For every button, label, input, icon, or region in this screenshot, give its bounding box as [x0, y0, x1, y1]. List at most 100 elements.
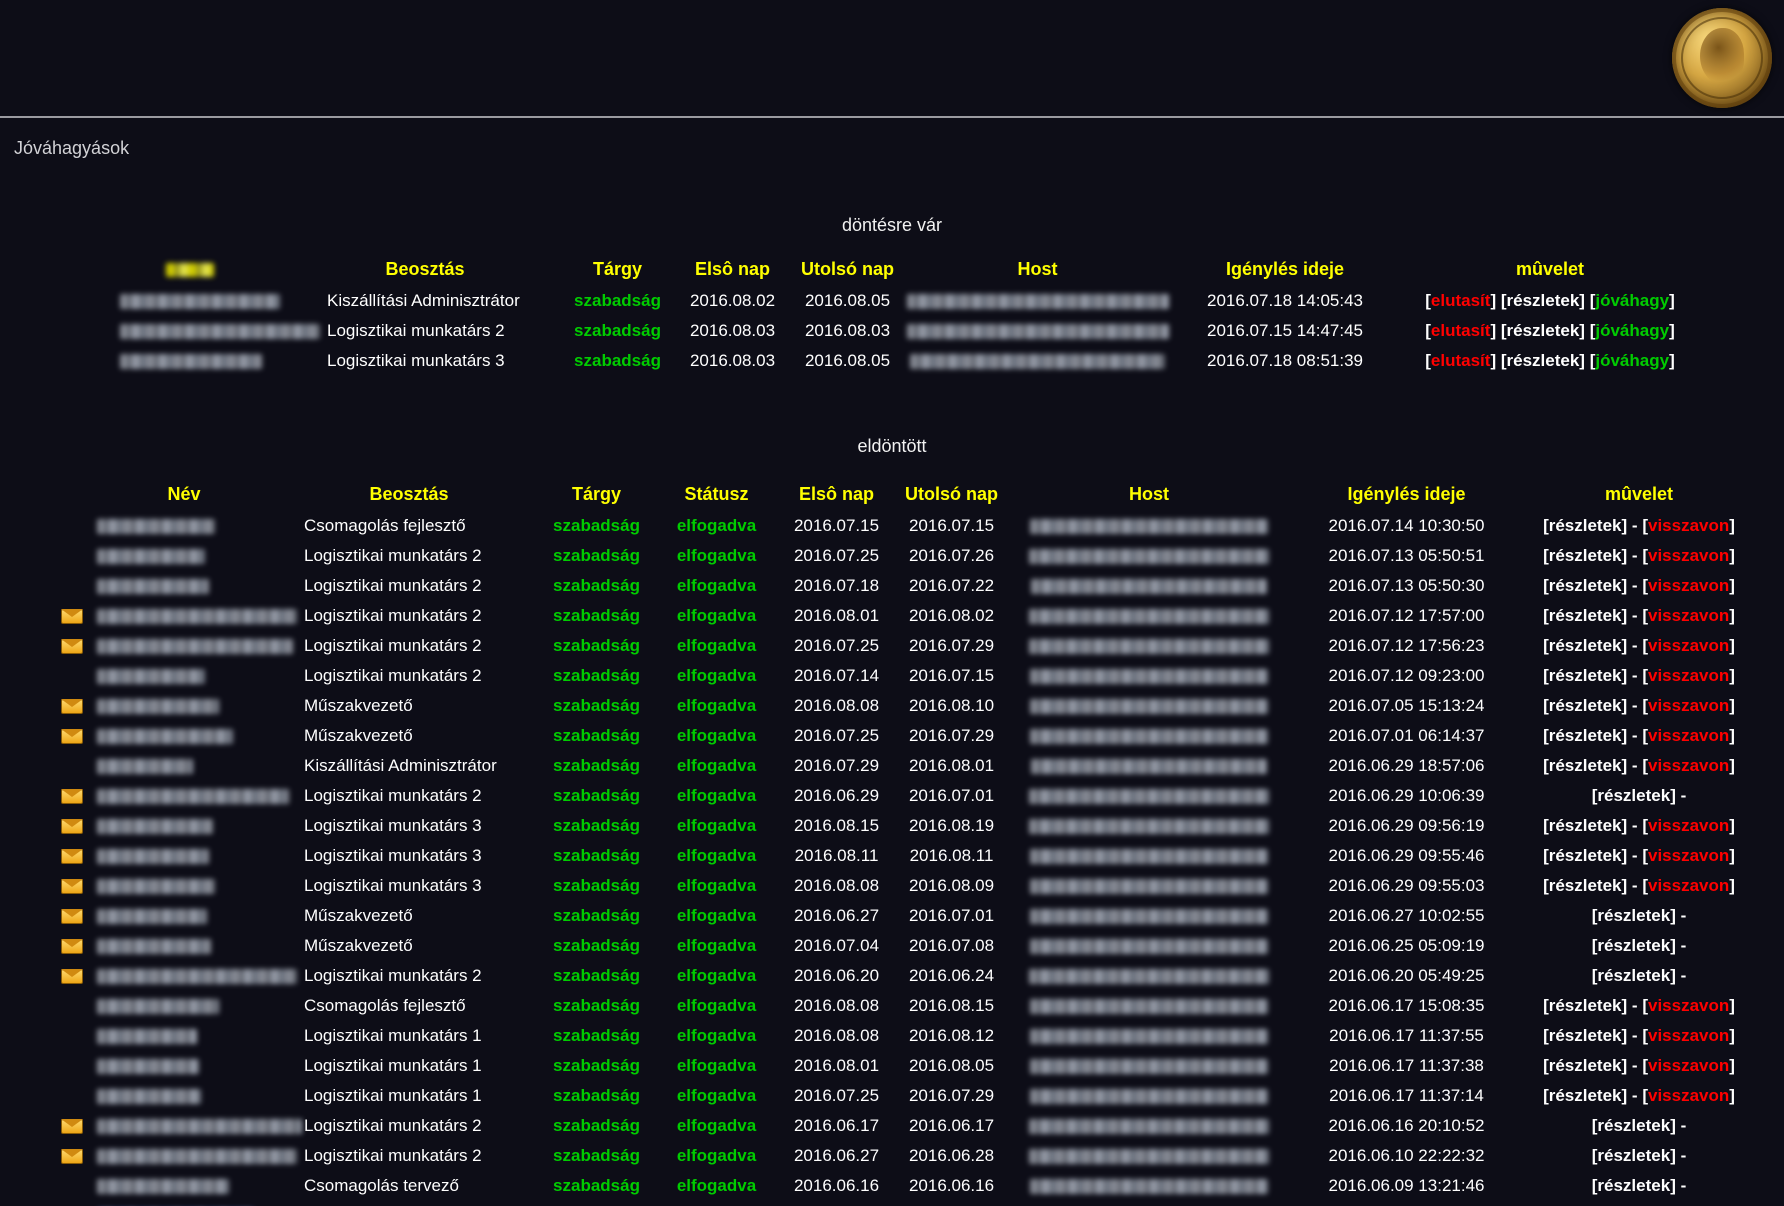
details-link[interactable]: részletek	[1597, 936, 1670, 955]
revoke-link[interactable]: visszavon	[1648, 876, 1729, 895]
details-link[interactable]: részletek	[1549, 726, 1622, 745]
position-cell: Műszakvezető	[279, 721, 539, 751]
details-link[interactable]: részletek	[1549, 1086, 1622, 1105]
details-link[interactable]: részletek	[1549, 576, 1622, 595]
subject-cell: szabadság	[539, 991, 654, 1021]
redacted-name	[97, 849, 209, 864]
revoke-link[interactable]: visszavon	[1648, 756, 1729, 775]
first-day-cell: 2016.07.25	[779, 1081, 894, 1111]
envelope-icon[interactable]	[61, 849, 83, 864]
actions-cell: [részletek] -	[1524, 901, 1754, 931]
action-separator: -	[1681, 786, 1687, 805]
redacted-name	[97, 759, 193, 774]
details-link[interactable]: részletek	[1597, 906, 1670, 925]
envelope-icon[interactable]	[61, 609, 83, 624]
last-day-cell: 2016.08.09	[894, 871, 1009, 901]
details-link[interactable]: részletek	[1507, 351, 1580, 370]
details-link[interactable]: részletek	[1549, 1026, 1622, 1045]
envelope-icon[interactable]	[61, 699, 83, 714]
last-day-cell: 2016.07.01	[894, 781, 1009, 811]
approve-link[interactable]: jóváhagy	[1595, 291, 1669, 310]
revoke-link[interactable]: visszavon	[1648, 696, 1729, 715]
revoke-link[interactable]: visszavon	[1648, 1026, 1729, 1045]
revoke-link[interactable]: visszavon	[1648, 996, 1729, 1015]
envelope-icon[interactable]	[61, 729, 83, 744]
details-link[interactable]: részletek	[1549, 606, 1622, 625]
details-link[interactable]: részletek	[1549, 846, 1622, 865]
details-link[interactable]: részletek	[1549, 996, 1622, 1015]
revoke-link[interactable]: visszavon	[1648, 726, 1729, 745]
host-cell	[1009, 601, 1289, 631]
reject-link[interactable]: elutasít	[1431, 351, 1491, 370]
approve-link[interactable]: jóváhagy	[1595, 321, 1669, 340]
actions-cell: [részletek] -	[1524, 931, 1754, 961]
details-link[interactable]: részletek	[1549, 876, 1622, 895]
details-link[interactable]: részletek	[1549, 756, 1622, 775]
revoke-link[interactable]: visszavon	[1648, 846, 1729, 865]
host-cell	[1009, 961, 1289, 991]
details-link[interactable]: részletek	[1597, 966, 1670, 985]
reject-link[interactable]: elutasít	[1431, 321, 1491, 340]
details-link[interactable]: részletek	[1507, 321, 1580, 340]
decided-row: Kiszállítási Adminisztrátorszabadságelfo…	[55, 751, 1754, 781]
bracket: ]	[1622, 636, 1628, 655]
redacted-host	[1029, 1149, 1269, 1164]
action-separator: -	[1632, 696, 1638, 715]
details-link[interactable]: részletek	[1549, 546, 1622, 565]
details-link[interactable]: részletek	[1549, 666, 1622, 685]
request-time-cell: 2016.06.16 20:10:52	[1289, 1111, 1524, 1141]
details-link[interactable]: részletek	[1549, 696, 1622, 715]
position-cell: Logisztikai munkatárs 2	[279, 601, 539, 631]
envelope-icon[interactable]	[61, 1119, 83, 1134]
subject-cell: szabadság	[560, 346, 675, 376]
request-time-cell: 2016.06.27 10:02:55	[1289, 901, 1524, 931]
request-time-cell: 2016.06.29 09:56:19	[1289, 811, 1524, 841]
details-link[interactable]: részletek	[1597, 1176, 1670, 1195]
host-cell	[1009, 781, 1289, 811]
revoke-link[interactable]: visszavon	[1648, 1056, 1729, 1075]
name-cell	[89, 961, 279, 991]
envelope-icon[interactable]	[61, 939, 83, 954]
name-cell	[89, 1111, 279, 1141]
revoke-link[interactable]: visszavon	[1648, 546, 1729, 565]
envelope-icon[interactable]	[61, 879, 83, 894]
details-link[interactable]: részletek	[1597, 1146, 1670, 1165]
revoke-link[interactable]: visszavon	[1648, 1086, 1729, 1105]
bracket: ]	[1669, 291, 1675, 310]
revoke-link[interactable]: visszavon	[1648, 606, 1729, 625]
last-day-cell: 2016.06.28	[894, 1141, 1009, 1171]
approve-link[interactable]: jóváhagy	[1595, 351, 1669, 370]
position-cell: Logisztikai munkatárs 2	[279, 661, 539, 691]
reject-link[interactable]: elutasít	[1431, 291, 1491, 310]
details-link[interactable]: részletek	[1597, 1116, 1670, 1135]
details-link[interactable]: részletek	[1507, 291, 1580, 310]
envelope-icon[interactable]	[61, 819, 83, 834]
position-cell: Logisztikai munkatárs 1	[279, 1021, 539, 1051]
revoke-link[interactable]: visszavon	[1648, 516, 1729, 535]
envelope-icon[interactable]	[61, 639, 83, 654]
envelope-icon[interactable]	[61, 1149, 83, 1164]
details-link[interactable]: részletek	[1549, 516, 1622, 535]
decided-section-title: eldöntött	[0, 436, 1784, 457]
details-link[interactable]: részletek	[1549, 816, 1622, 835]
action-separator: -	[1632, 576, 1638, 595]
revoke-link[interactable]: visszavon	[1648, 636, 1729, 655]
revoke-link[interactable]: visszavon	[1648, 816, 1729, 835]
envelope-icon[interactable]	[61, 789, 83, 804]
redacted-name	[97, 699, 219, 714]
revoke-link[interactable]: visszavon	[1648, 576, 1729, 595]
redacted-host	[1030, 699, 1268, 714]
bracket: ]	[1670, 966, 1676, 985]
envelope-icon[interactable]	[61, 909, 83, 924]
revoke-link[interactable]: visszavon	[1648, 666, 1729, 685]
actions-cell: [részletek] - [visszavon]	[1524, 841, 1754, 871]
envelope-icon[interactable]	[61, 969, 83, 984]
details-link[interactable]: részletek	[1549, 1056, 1622, 1075]
decided-row: Logisztikai munkatárs 2szabadságelfogadv…	[55, 661, 1754, 691]
bracket: ]	[1622, 606, 1628, 625]
details-link[interactable]: részletek	[1597, 786, 1670, 805]
envelope-cell	[55, 961, 89, 991]
host-cell	[1009, 541, 1289, 571]
details-link[interactable]: részletek	[1549, 636, 1622, 655]
bracket: ]	[1729, 846, 1735, 865]
